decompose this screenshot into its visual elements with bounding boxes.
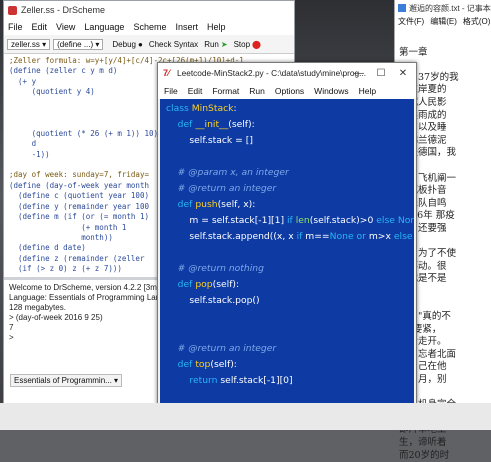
menu-language[interactable]: Language — [84, 22, 124, 32]
run-button[interactable]: Run ➤ — [204, 40, 227, 49]
run-icon: ➤ — [220, 39, 228, 49]
python-code-editor[interactable]: class MinStack: def __init__(self): self… — [160, 99, 414, 404]
idle-menu-options[interactable]: Options — [275, 86, 304, 96]
menu-view[interactable]: View — [56, 22, 75, 32]
maximize-icon[interactable]: ☐ — [370, 63, 392, 83]
code-token: self.stack.append((x, x — [166, 231, 297, 242]
code-token: len — [295, 215, 310, 226]
notepad-menu-edit[interactable]: 编辑(E) — [430, 16, 457, 30]
drscheme-titlebar[interactable]: Zeller.ss - DrScheme — [4, 1, 294, 19]
idle-menu-format[interactable]: Format — [212, 86, 239, 96]
menu-file[interactable]: File — [8, 22, 23, 32]
code-token: # @return an integer — [177, 183, 277, 194]
python-file-icon: 7⁄ — [163, 68, 170, 78]
idle-menu-edit[interactable]: Edit — [188, 86, 203, 96]
bug-icon: ● — [137, 39, 143, 49]
code-token: return — [189, 375, 221, 386]
idle-title: Leetcode-MinStack2.py - C:\data\study\mi… — [177, 68, 367, 78]
notepad-line: 而20岁的时 — [399, 449, 450, 461]
debug-button[interactable]: Debug ● — [112, 40, 142, 49]
idle-menu-windows[interactable]: Windows — [314, 86, 348, 96]
menu-edit[interactable]: Edit — [32, 22, 48, 32]
code-token: or — [356, 231, 369, 242]
code-token: if — [296, 231, 306, 242]
debug-label: Debug — [112, 39, 136, 49]
code-token: class — [166, 103, 192, 114]
code-token: (self.stack)>0 — [309, 215, 377, 226]
code-token: def — [166, 199, 196, 210]
code-token: if — [286, 215, 296, 226]
drscheme-app-icon — [8, 5, 17, 15]
code-token: def — [166, 119, 196, 130]
notepad-line — [399, 34, 488, 47]
code-token: (self): — [228, 119, 255, 130]
notepad-menu-format[interactable]: 格式(O) — [463, 16, 491, 30]
notepad-line: 生，谛听着 — [399, 437, 447, 448]
menu-scheme[interactable]: Scheme — [133, 22, 166, 32]
idle-menu-run[interactable]: Run — [249, 86, 265, 96]
code-token: top — [195, 359, 211, 370]
idle-menubar: File Edit Format Run Options Windows Hel… — [158, 83, 416, 99]
code-token: push — [195, 199, 218, 210]
code-token: def — [166, 279, 196, 290]
code-token: self.stack[-1][0] — [220, 375, 293, 386]
close-icon[interactable]: ✕ — [392, 63, 414, 83]
drscheme-toolbar: zeller.ss ▾ (define ...) ▾ Debug ● Check … — [4, 35, 294, 54]
notepad-line: 第一章 — [399, 46, 428, 58]
code-token: m>x — [368, 231, 394, 242]
notepad-menubar: 文件(F) 编辑(E) 格式(O) — [395, 16, 491, 30]
code-token: : — [233, 103, 237, 114]
stop-button[interactable]: Stop ⬤ — [234, 40, 261, 49]
idle-editor-window: 7⁄ Leetcode-MinStack2.py - C:\data\study… — [157, 62, 417, 407]
code-token: m = self.stack[-1][1] — [166, 215, 287, 226]
notepad-icon — [398, 4, 406, 12]
code-token: def — [166, 359, 196, 370]
drscheme-menubar: File Edit View Language Scheme Insert He… — [4, 19, 294, 35]
code-token: else — [376, 215, 398, 226]
check-syntax-label: Check Syntax — [148, 39, 199, 49]
idle-menu-help[interactable]: Help — [359, 86, 376, 96]
code-token: self.stack.pop() — [189, 295, 260, 306]
code-token: (self): — [210, 359, 237, 370]
code-token: self.stack = [] — [189, 135, 253, 146]
code-token: # @param x, an integer — [177, 167, 289, 178]
python-code: class MinStack: def __init__(self): self… — [160, 99, 414, 404]
idle-menu-file[interactable]: File — [164, 86, 178, 96]
file-select[interactable]: zeller.ss ▾ — [7, 38, 51, 50]
code-token: None — [329, 231, 357, 242]
code-token: (self): — [212, 279, 240, 290]
notepad-title: 邂逅的容颜.txt - 记事本 — [409, 3, 491, 13]
minimize-icon[interactable]: — — [348, 63, 370, 83]
code-token: else — [393, 231, 414, 242]
menu-help[interactable]: Help — [207, 22, 226, 32]
code-token: __init__ — [195, 119, 229, 130]
code-token: MinStack — [191, 103, 234, 114]
code-token: m== — [305, 231, 330, 242]
notepad-menu-file[interactable]: 文件(F) — [398, 16, 424, 30]
notepad-titlebar[interactable]: 邂逅的容颜.txt - 记事本 — [395, 0, 491, 16]
monitor-bezel — [0, 403, 491, 430]
code-token: pop — [195, 279, 213, 290]
code-token: (self, x): — [217, 199, 256, 210]
stop-icon: ⬤ — [252, 39, 261, 49]
menu-insert[interactable]: Insert — [175, 22, 198, 32]
drscheme-title: Zeller.ss - DrScheme — [21, 5, 106, 15]
code-token: # @return nothing — [177, 263, 264, 274]
check-syntax-button[interactable]: Check Syntax — [149, 40, 198, 49]
define-select[interactable]: (define ...) ▾ — [53, 38, 104, 50]
stop-label: Stop — [233, 39, 251, 49]
code-token: None — [397, 215, 414, 226]
language-selector[interactable]: Essentials of Programmin... ▾ — [10, 374, 123, 387]
code-token: # @return an integer — [177, 343, 277, 354]
run-label: Run — [204, 39, 219, 49]
window-controls: — ☐ ✕ — [348, 63, 414, 83]
